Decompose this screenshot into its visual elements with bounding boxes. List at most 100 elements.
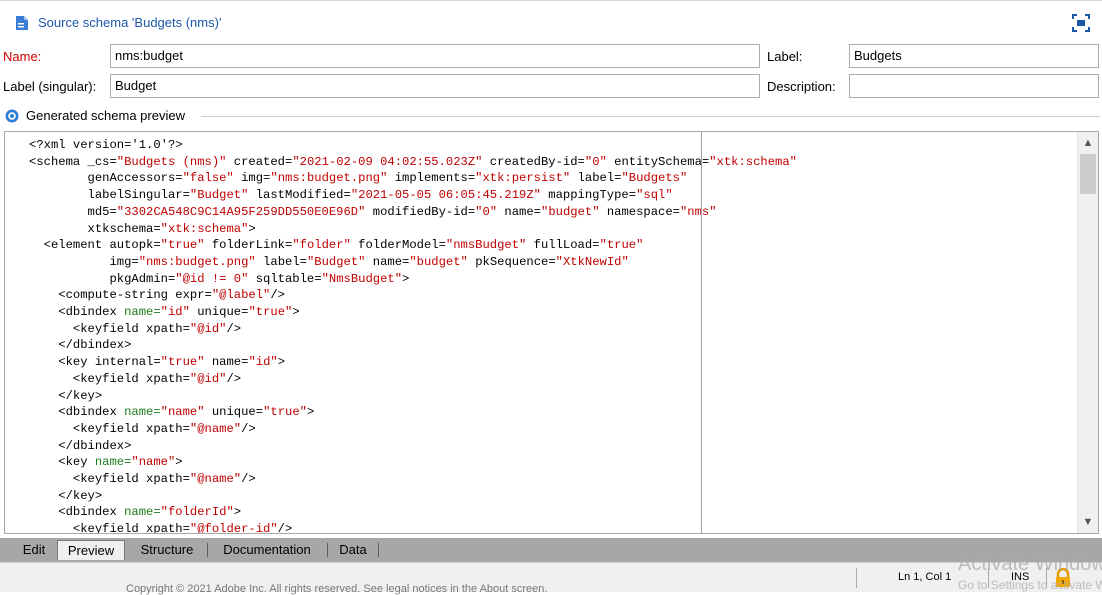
xml-name-attr: name= — [124, 505, 161, 520]
name-label: Name: — [3, 49, 42, 64]
xml-attr-value: "@id" — [189, 371, 227, 386]
label-label: Label: — [767, 49, 803, 64]
xml-text: <schema _cs= — [29, 154, 117, 169]
editor-tabs: Edit Preview Structure Documentation Dat… — [0, 538, 1102, 562]
xml-attr-value: "folderId" — [160, 505, 234, 520]
xml-text: name= — [204, 355, 249, 370]
xml-text: name= — [497, 204, 541, 219]
window-title-bar: Source schema 'Budgets (nms)' — [0, 0, 1102, 44]
xml-attr-value: "Budget" — [306, 254, 366, 269]
xml-attr-value: "folder" — [292, 238, 351, 253]
description-field[interactable] — [849, 74, 1099, 98]
xml-attr-value: "xtk:schema" — [160, 221, 249, 236]
preview-section-header: Generated schema preview — [0, 106, 1102, 126]
xml-attr-value: "@name" — [189, 421, 242, 436]
xml-attr-value: "Budgets" — [621, 171, 688, 186]
xml-attr-value: "true" — [599, 238, 644, 253]
xml-text: entitySchema= — [606, 154, 710, 169]
xml-attr-value: "2021-02-09 04:02:55.023Z" — [292, 154, 483, 169]
xml-attr-value: "@name" — [189, 472, 242, 487]
xml-text: implements= — [387, 171, 476, 186]
tab-data[interactable]: Data — [330, 540, 376, 560]
tab-separator — [327, 543, 328, 557]
xml-text: > — [175, 455, 183, 470]
schema-preview-editor[interactable]: <?xml version='1.0'?> <schema _cs="Budge… — [4, 131, 1099, 534]
vertical-scrollbar[interactable]: ▲ ▼ — [1077, 132, 1098, 533]
xml-text: <compute-string expr= — [29, 288, 212, 303]
activate-windows-watermark: Activate Windows — [958, 553, 1102, 575]
xml-text: sqltable= — [248, 271, 322, 286]
xml-text: <keyfield xpath= — [29, 371, 190, 386]
xml-text: <keyfield xpath= — [29, 321, 190, 336]
status-separator — [856, 568, 857, 588]
activate-windows-subtext: Go to Settings to activate Windows. — [958, 578, 1102, 592]
xml-attr-value: "@id != 0" — [175, 271, 249, 286]
xml-text: name= — [365, 254, 410, 269]
xml-text: img= — [233, 171, 271, 186]
tab-separator — [207, 543, 208, 557]
preview-section-label: Generated schema preview — [26, 108, 185, 123]
tab-separator — [378, 543, 379, 557]
margin-guide-line — [701, 132, 702, 533]
tab-preview[interactable]: Preview — [57, 540, 125, 560]
xml-text: md5= — [29, 204, 117, 219]
scroll-up-icon[interactable]: ▲ — [1078, 134, 1098, 152]
name-field[interactable]: nms:budget — [110, 44, 760, 68]
xml-attr-value: "Budgets (nms)" — [116, 154, 227, 169]
xml-text: <dbindex — [29, 305, 125, 320]
xml-attr-value: "0" — [584, 154, 607, 169]
xml-text: pkgAdmin= — [29, 271, 176, 286]
xml-text: <key — [29, 455, 95, 470]
label-singular-field[interactable]: Budget — [110, 74, 760, 98]
xml-text: <keyfield xpath= — [29, 522, 190, 534]
xml-attr-value: "true" — [263, 405, 307, 420]
xml-text: > — [277, 355, 286, 370]
tab-structure[interactable]: Structure — [130, 540, 204, 560]
xml-text: labelSingular= — [29, 188, 190, 203]
xml-name-attr: name= — [94, 455, 132, 470]
xml-text: </dbindex> — [29, 438, 132, 453]
xml-text: > — [306, 405, 315, 420]
tab-edit[interactable]: Edit — [14, 540, 54, 560]
xml-attr-value: "sql" — [636, 188, 673, 203]
xml-attr-value: "id" — [160, 305, 190, 320]
xml-text: > — [292, 305, 300, 320]
xml-attr-value: "budget" — [541, 204, 600, 219]
xml-text: label= — [255, 254, 307, 269]
scrollbar-thumb[interactable] — [1080, 154, 1096, 194]
section-divider — [201, 116, 1100, 117]
xml-text: <keyfield xpath= — [29, 472, 190, 487]
xml-text: </key> — [29, 488, 103, 503]
xml-attr-value: "name" — [131, 455, 176, 470]
xml-text: pkSequence= — [467, 254, 556, 269]
xml-attr-value: "name" — [160, 405, 205, 420]
xml-attr-value: "true" — [160, 355, 205, 370]
maximize-icon[interactable] — [1072, 14, 1090, 32]
description-label: Description: — [767, 79, 836, 94]
xml-text: > — [402, 271, 410, 286]
xml-text: /> — [270, 288, 285, 303]
xml-text: genAccessors= — [29, 171, 183, 186]
xml-attr-value: "XtkNewId" — [555, 254, 629, 269]
xml-text: <?xml version='1.0'?> — [29, 138, 183, 152]
xml-attr-value: "budget" — [409, 254, 468, 269]
xml-attr-value: "id" — [248, 355, 278, 370]
schema-icon — [16, 16, 28, 30]
label-singular-label: Label (singular): — [3, 79, 97, 94]
xml-text: namespace= — [599, 204, 680, 219]
xml-attr-value: "NmsBudget" — [321, 271, 403, 286]
xml-text: /> — [277, 522, 293, 534]
xml-attr-value: "nms:budget.png" — [138, 254, 256, 269]
copyright-notice: Copyright © 2021 Adobe Inc. All rights r… — [126, 583, 548, 595]
label-field[interactable]: Budgets — [849, 44, 1099, 68]
eye-icon[interactable] — [5, 109, 19, 123]
xml-name-attr: name= — [124, 405, 161, 420]
tab-documentation[interactable]: Documentation — [210, 540, 324, 560]
scroll-down-icon[interactable]: ▼ — [1078, 513, 1098, 531]
cursor-position: Ln 1, Col 1 — [898, 571, 952, 583]
xml-attr-value: "@folder-id" — [189, 522, 278, 534]
xml-text: /> — [241, 421, 256, 436]
xml-attr-value: "3302CA548C9C14A95F259DD550E0E96D" — [116, 204, 366, 219]
xml-attr-value: "true" — [248, 305, 293, 320]
xml-code[interactable]: <?xml version='1.0'?> <schema _cs="Budge… — [29, 137, 797, 534]
